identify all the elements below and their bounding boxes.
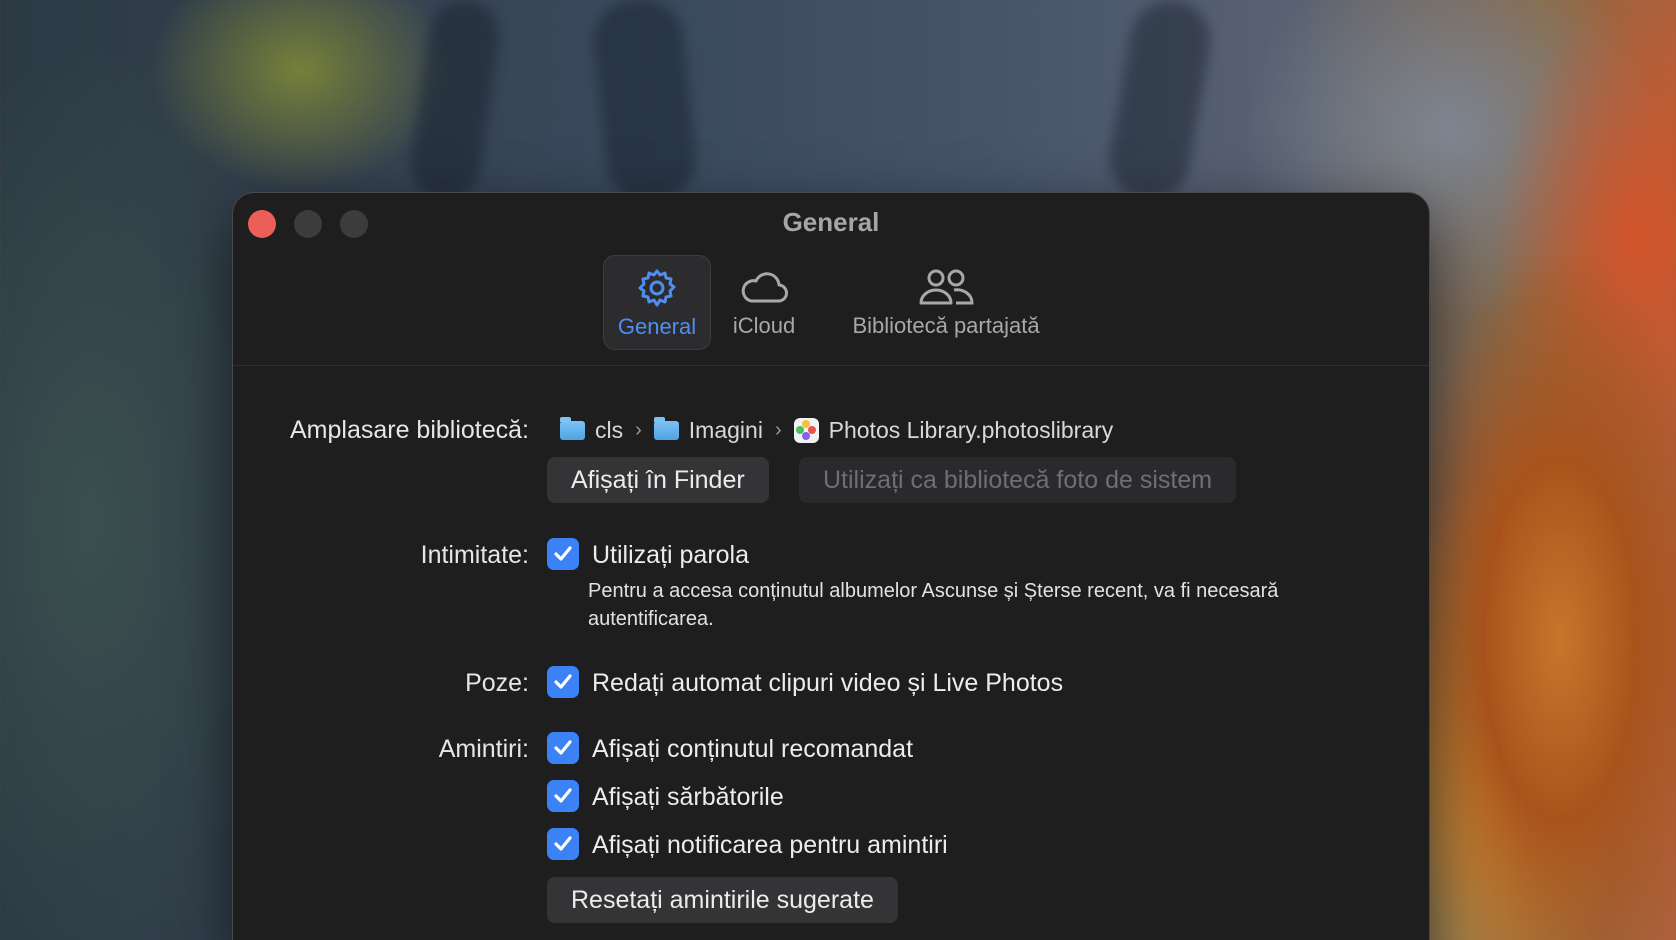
wallpaper-shape	[589, 0, 701, 205]
tab-general-label: General	[617, 314, 697, 339]
path-segment[interactable]: Photos Library.photoslibrary	[829, 417, 1114, 444]
holidays-checkbox[interactable]	[547, 780, 579, 812]
memories-notification-label: Afișați notificarea pentru amintiri	[592, 831, 948, 859]
preferences-window: General General iCloud Bibliotecă partaj…	[232, 192, 1430, 940]
chevron-right-icon: ›	[635, 419, 642, 441]
checkmark-icon	[554, 546, 572, 561]
show-in-finder-button[interactable]: Afișați în Finder	[547, 457, 769, 503]
autoplay-label: Redați automat clipuri video și Live Pho…	[592, 669, 1064, 697]
tab-icloud[interactable]: iCloud	[716, 255, 812, 350]
holidays-label: Afișați sărbătorile	[592, 783, 784, 811]
reset-suggested-memories-button[interactable]: Resetați amintirile sugerate	[547, 877, 898, 923]
folder-icon	[653, 417, 679, 440]
privacy-label: Intimitate:	[420, 541, 529, 569]
checkmark-icon	[554, 836, 572, 851]
checkmark-icon	[554, 788, 572, 803]
toolbar-divider	[233, 365, 1429, 366]
use-as-system-library-button[interactable]: Utilizați ca bibliotecă foto de sistem	[799, 457, 1237, 503]
checkmark-icon	[554, 740, 572, 755]
tab-shared-library[interactable]: Bibliotecă partajată	[836, 255, 1056, 350]
library-path: cls › Imagini › Photos Library.photoslib…	[560, 417, 1113, 444]
checkmark-icon	[554, 674, 572, 689]
cloud-icon	[738, 265, 790, 309]
chevron-right-icon: ›	[774, 419, 782, 441]
folder-icon	[560, 417, 585, 440]
wallpaper-shape	[406, 0, 504, 204]
memories-notification-checkbox[interactable]	[547, 828, 579, 860]
tab-icloud-label: iCloud	[732, 313, 796, 338]
tab-shared-library-label: Bibliotecă partajată	[852, 313, 1040, 338]
privacy-help-text: Pentru a accesa conținutul albumelor Asc…	[588, 580, 1279, 630]
memories-label: Amintiri:	[438, 735, 529, 763]
path-segment[interactable]: cls	[595, 417, 623, 444]
gear-icon	[635, 266, 679, 310]
people-icon	[916, 265, 976, 309]
wallpaper-shape	[1103, 0, 1217, 206]
window-title: General	[782, 207, 880, 237]
featured-content-label: Afișați conținutul recomandat	[592, 735, 914, 763]
autoplay-checkbox[interactable]	[547, 666, 579, 698]
use-password-label: Utilizați parola	[592, 541, 750, 569]
path-segment[interactable]: Imagini	[689, 417, 763, 444]
tab-general[interactable]: General	[603, 255, 711, 350]
photos-app-icon	[793, 418, 819, 443]
library-location-label: Amplasare bibliotecă:	[289, 416, 529, 444]
featured-content-checkbox[interactable]	[547, 732, 579, 764]
photos-label: Poze:	[465, 669, 529, 697]
use-password-checkbox[interactable]	[547, 538, 579, 570]
